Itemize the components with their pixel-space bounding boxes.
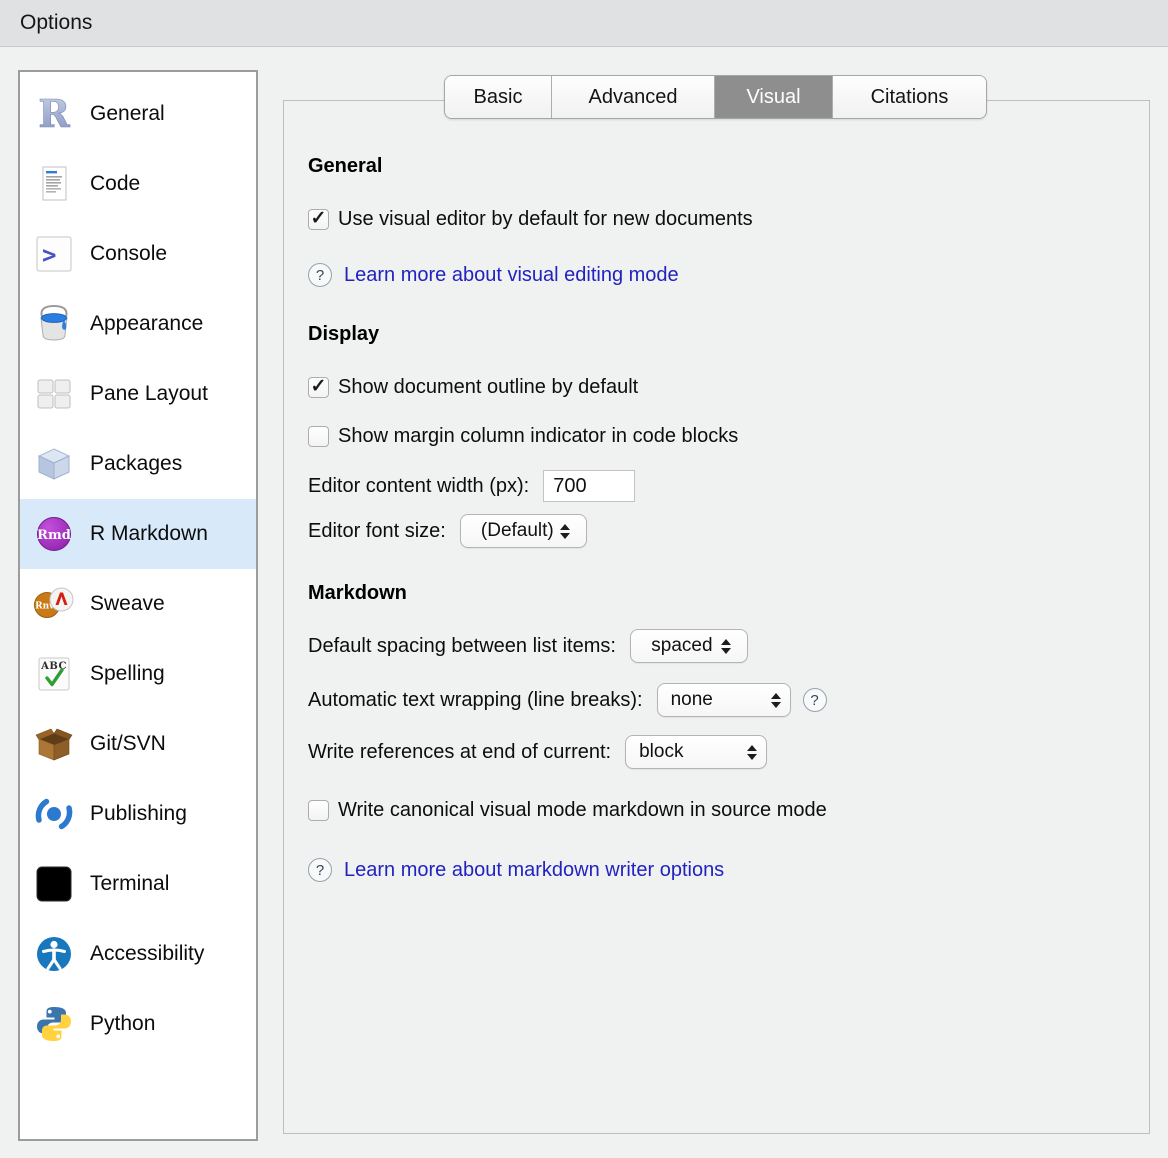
show-margin-checkbox[interactable] [308,426,329,447]
editor-width-input[interactable] [543,470,635,502]
write-canonical-checkbox[interactable] [308,800,329,821]
setting-row-editor-width: Editor content width (px): [308,470,1125,502]
svg-text:>: > [42,241,56,269]
list-spacing-label: Default spacing between list items: [308,635,616,658]
sidebar-item-label: Terminal [90,872,169,896]
sidebar-item-label: Python [90,1012,155,1036]
pane-grid-icon [32,372,76,416]
setting-row-use-visual-editor: Use visual editor by default for new doc… [308,208,1125,231]
tab-advanced[interactable]: Advanced [551,76,714,118]
sidebar-item-publishing[interactable]: Publishing [20,779,256,849]
abc-check-icon: ABC [32,652,76,696]
help-icon[interactable]: ? [308,858,332,882]
sidebar-item-label: General [90,102,165,126]
code-document-icon [32,162,76,206]
sidebar-item-label: Pane Layout [90,382,208,406]
accessibility-person-icon [32,932,76,976]
window-titlebar: Options [0,0,1168,47]
sidebar-item-accessibility[interactable]: Accessibility [20,919,256,989]
text-wrapping-label: Automatic text wrapping (line breaks): [308,689,643,712]
settings-tabbar: Basic Advanced Visual Citations [444,75,987,119]
setting-row-editor-font-size: Editor font size: (Default) [308,514,1125,548]
editor-font-size-value: (Default) [481,520,554,542]
write-canonical-label: Write canonical visual mode markdown in … [338,799,827,822]
tab-citations[interactable]: Citations [832,76,986,118]
sidebar-item-label: Spelling [90,662,165,686]
sidebar-item-label: R Markdown [90,522,208,546]
use-visual-editor-label: Use visual editor by default for new doc… [338,208,753,231]
references-select[interactable]: block [625,735,767,769]
setting-row-show-margin: Show margin column indicator in code blo… [308,425,1125,448]
sidebar-item-label: Git/SVN [90,732,166,756]
sidebar-item-label: Accessibility [90,942,204,966]
select-stepper-icon [721,639,731,654]
section-heading-display: Display [308,323,1125,346]
sidebar-item-console[interactable]: > Console [20,219,256,289]
tab-basic[interactable]: Basic [445,76,551,118]
references-value: block [639,741,683,763]
references-label: Write references at end of current: [308,741,611,764]
paint-bucket-icon [32,302,76,346]
sidebar-item-label: Sweave [90,592,165,616]
sidebar-item-r-markdown[interactable]: Rmd R Markdown [20,499,256,569]
text-wrapping-select[interactable]: none [657,683,791,717]
svg-text:R: R [38,94,70,134]
sidebar-item-terminal[interactable]: Terminal [20,849,256,919]
r-logo-icon: R [32,92,76,136]
sidebar-item-general[interactable]: R General [20,79,256,149]
learn-markdown-writer-link[interactable]: Learn more about markdown writer options [344,859,724,882]
sidebar-item-label: Packages [90,452,182,476]
select-stepper-icon [771,693,781,708]
setting-row-write-canonical: Write canonical visual mode markdown in … [308,799,1125,822]
section-heading-markdown: Markdown [308,582,1125,605]
editor-font-size-label: Editor font size: [308,520,446,543]
sidebar-item-label: Appearance [90,312,203,336]
options-category-sidebar: R General Code > Console Appearance Pane… [18,70,258,1141]
publish-connect-icon [32,792,76,836]
svg-text:Rmd: Rmd [37,528,71,543]
learn-visual-editing-link[interactable]: Learn more about visual editing mode [344,264,679,287]
use-visual-editor-checkbox[interactable] [308,209,329,230]
select-stepper-icon [560,524,570,539]
window-title: Options [20,11,92,35]
sidebar-item-sweave[interactable]: Rnw Sweave [20,569,256,639]
select-stepper-icon [747,745,757,760]
sidebar-item-pane-layout[interactable]: Pane Layout [20,359,256,429]
tab-visual[interactable]: Visual [714,76,832,118]
show-outline-checkbox[interactable] [308,377,329,398]
setting-row-references: Write references at end of current: bloc… [308,735,1125,769]
editor-width-label: Editor content width (px): [308,475,529,498]
sidebar-item-python[interactable]: Python [20,989,256,1059]
text-wrapping-value: none [671,689,713,711]
list-spacing-value: spaced [651,635,712,657]
list-spacing-select[interactable]: spaced [630,629,748,663]
setting-row-list-spacing: Default spacing between list items: spac… [308,629,1125,663]
section-heading-general: General [308,155,1125,178]
sidebar-item-label: Code [90,172,140,196]
sidebar-item-code[interactable]: Code [20,149,256,219]
setting-row-text-wrapping: Automatic text wrapping (line breaks): n… [308,683,1125,717]
show-outline-label: Show document outline by default [338,376,638,399]
sweave-rnw-pdf-icon: Rnw [32,582,76,626]
show-margin-label: Show margin column indicator in code blo… [338,425,738,448]
visual-settings-panel: General Use visual editor by default for… [283,100,1150,1134]
sidebar-item-git-svn[interactable]: Git/SVN [20,709,256,779]
sidebar-item-label: Console [90,242,167,266]
help-icon[interactable]: ? [308,263,332,287]
console-prompt-icon: > [32,232,76,276]
help-row-visual-editing: ? Learn more about visual editing mode [308,263,1125,287]
terminal-square-icon [32,862,76,906]
rmarkdown-badge-icon: Rmd [32,512,76,556]
editor-font-size-select[interactable]: (Default) [460,514,587,548]
python-logo-icon [32,1002,76,1046]
help-row-markdown-writer: ? Learn more about markdown writer optio… [308,858,1125,882]
cardboard-box-icon [32,722,76,766]
sidebar-item-spelling[interactable]: ABC Spelling [20,639,256,709]
setting-row-show-outline: Show document outline by default [308,376,1125,399]
help-icon[interactable]: ? [803,688,827,712]
sidebar-item-label: Publishing [90,802,187,826]
sidebar-item-packages[interactable]: Packages [20,429,256,499]
sidebar-item-appearance[interactable]: Appearance [20,289,256,359]
package-cube-icon [32,442,76,486]
